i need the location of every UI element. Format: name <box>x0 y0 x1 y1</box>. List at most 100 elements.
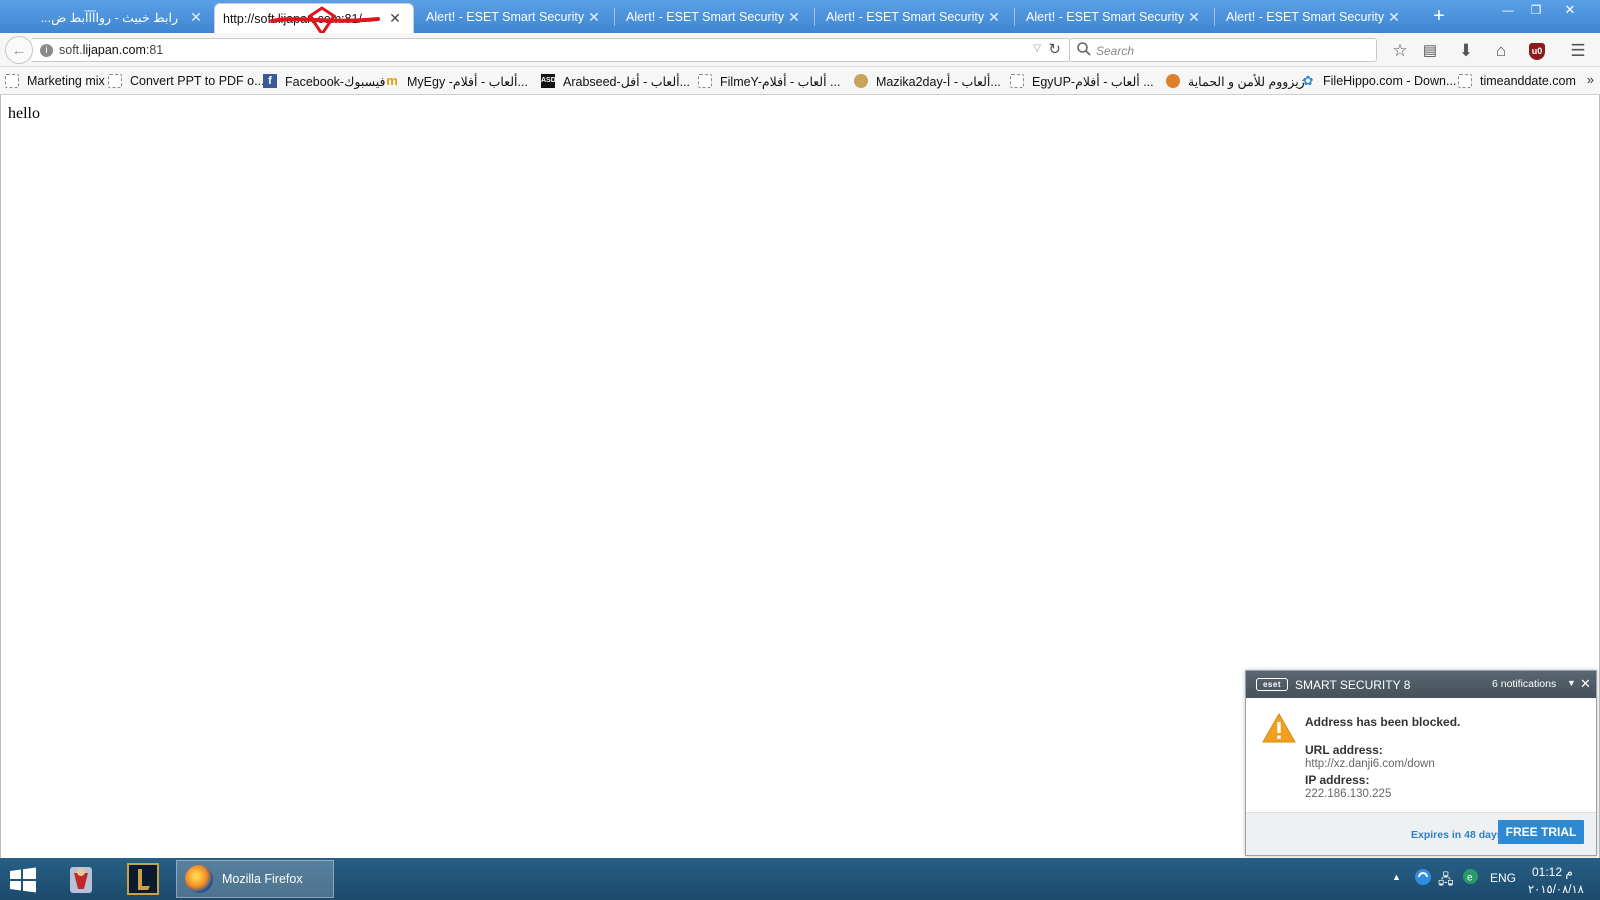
lol-logo-icon <box>127 863 159 895</box>
tab-separator <box>614 8 615 26</box>
back-button[interactable]: ← <box>5 36 33 64</box>
download-icon[interactable]: ⬇ <box>1455 40 1477 62</box>
eset-notifications-count[interactable]: 6 notifications <box>1492 678 1556 690</box>
tab-close-icon[interactable]: ✕ <box>1386 9 1402 25</box>
language-bar-icon[interactable]: e <box>1462 868 1479 888</box>
minimize-icon[interactable]: — <box>1498 2 1518 18</box>
reload-icon[interactable]: ↻ <box>1048 40 1061 58</box>
tab-separator <box>1014 8 1015 26</box>
bookmark-item[interactable]: زيزووم للأمن و الحماية <box>1166 73 1305 89</box>
tab-4[interactable]: Alert! - ESET Smart Security ✕ <box>818 1 1012 33</box>
tab-2[interactable]: Alert! - ESET Smart Security ✕ <box>418 1 612 33</box>
bookmark-label: timeanddate.com <box>1480 74 1576 88</box>
bookmark-item[interactable]: EgyUP-ألعاب - أفلام ... <box>1010 73 1154 89</box>
bookmark-item[interactable]: ASD Arabseed-ألعاب - أفل... <box>541 73 690 89</box>
window-close-icon[interactable]: ✕ <box>1560 2 1580 18</box>
page-icon <box>5 74 19 88</box>
site-identity-icon[interactable]: i <box>40 44 53 57</box>
firefox-window: رابط خبيث - رواآآآبط ض... ✕ http://soft.… <box>0 0 1600 900</box>
url-port: :81 <box>145 43 164 57</box>
url-history-dropdown-icon[interactable]: ▽ <box>1033 43 1041 54</box>
search-bar[interactable]: Search <box>1069 38 1377 62</box>
url-address-label: URL address: <box>1305 743 1383 757</box>
url-bar[interactable]: i soft.lijapan.com:81 ▽ ↻ <box>32 38 1070 62</box>
tab-label: Alert! - ESET Smart Security <box>1226 10 1385 24</box>
tab-label: رابط خبيث - رواآآآبط ض... <box>40 10 178 25</box>
eset-title: SMART SECURITY 8 <box>1295 678 1411 692</box>
facebook-icon: f <box>263 74 277 88</box>
url-prefix: soft. <box>59 43 83 57</box>
language-indicator[interactable]: ENG <box>1490 871 1516 885</box>
ip-address-label: IP address: <box>1305 773 1370 787</box>
taskbar-firefox-button[interactable]: Mozilla Firefox <box>176 860 334 898</box>
bookmark-label: EgyUP-ألعاب - أفلام ... <box>1032 74 1154 89</box>
navigation-bar: i soft.lijapan.com:81 ▽ ↻ ← Search ☆ ▤ ⬇… <box>0 33 1600 67</box>
clock-time[interactable]: 01:12 م <box>1532 865 1573 879</box>
network-icon[interactable]: 🖧 <box>1438 869 1454 893</box>
eset-tray-icon[interactable] <box>1414 868 1432 889</box>
firefox-icon <box>185 865 213 893</box>
new-tab-plus-icon[interactable]: + <box>1428 5 1450 27</box>
clock-date[interactable]: ٢٠١٥/٠٨/١٨ <box>1528 882 1584 896</box>
page-icon <box>1458 74 1472 88</box>
bookmark-item[interactable]: FilmeY-ألعاب - أفلام ... <box>698 73 840 89</box>
chevron-more-icon[interactable]: » <box>1587 72 1594 87</box>
expiry-text[interactable]: Expires in 48 days <box>1411 829 1503 841</box>
tab-label: http://soft.lijapan.com:81/ <box>223 11 362 26</box>
bookmark-item[interactable]: Mazika2day-ألعاب - أ... <box>854 73 1001 89</box>
tab-close-icon[interactable]: ✕ <box>387 10 403 27</box>
bookmark-item[interactable]: Marketing mix <box>5 73 105 89</box>
tab-close-icon[interactable]: ✕ <box>786 9 802 25</box>
bookmark-item[interactable]: timeanddate.com <box>1458 73 1576 89</box>
myegy-icon: m <box>386 73 398 88</box>
warning-icon <box>1262 713 1296 743</box>
windows-start-icon[interactable] <box>8 865 38 895</box>
filehippo-icon: ✿ <box>1302 73 1314 88</box>
show-hidden-icons-chevron-icon[interactable]: ▲ <box>1392 872 1401 882</box>
tab-0[interactable]: رابط خبيث - رواآآآبط ض... ✕ <box>14 1 214 33</box>
free-trial-button[interactable]: FREE TRIAL <box>1498 820 1584 844</box>
bookmark-item[interactable]: f Facebook-فيسبوك <box>263 73 386 89</box>
tab-3[interactable]: Alert! - ESET Smart Security ✕ <box>618 1 812 33</box>
tab-5[interactable]: Alert! - ESET Smart Security ✕ <box>1018 1 1212 33</box>
url-host: lijapan.com <box>82 43 146 57</box>
home-icon[interactable]: ⌂ <box>1490 40 1512 62</box>
bookmark-label: Arabseed-ألعاب - أفل... <box>563 74 691 89</box>
bookmarks-bar: Marketing mix Convert PPT to PDF o... fF… <box>0 67 1600 95</box>
tab-close-icon[interactable]: ✕ <box>986 9 1002 25</box>
menu-icon[interactable]: ☰ <box>1567 40 1589 62</box>
eset-footer: Expires in 48 days FREE TRIAL <box>1246 812 1596 855</box>
restore-icon[interactable]: ❐ <box>1526 2 1546 18</box>
search-icon <box>1077 42 1091 56</box>
league-of-legends-icon[interactable] <box>124 860 162 898</box>
tab-1-active[interactable]: http://soft.lijapan.com:81/ ✕ <box>214 3 414 33</box>
tab-6[interactable]: Alert! - ESET Smart Security ✕ <box>1218 1 1412 33</box>
eset-message: Address has been blocked. <box>1305 715 1461 729</box>
page-icon <box>108 74 122 88</box>
ublock-icon[interactable]: u0 <box>1529 43 1545 60</box>
bookmark-label: FilmeY-ألعاب - أفلام ... <box>720 74 841 89</box>
arabseed-icon: ASD <box>541 74 556 88</box>
tab-close-icon[interactable]: ✕ <box>1186 9 1202 25</box>
tab-close-icon[interactable]: ✕ <box>586 9 602 25</box>
bookmark-label: MyEgy -ألعاب - أفلام... <box>407 74 528 89</box>
bookmark-label: Facebook-فيسبوك <box>285 74 386 89</box>
tab-label: Alert! - ESET Smart Security <box>1026 10 1185 24</box>
game-app-icon[interactable] <box>62 860 100 898</box>
bookmark-star-icon[interactable]: ☆ <box>1389 40 1411 62</box>
page-icon <box>698 74 712 88</box>
bookmark-label: Marketing mix <box>27 74 105 88</box>
bookmark-item[interactable]: m MyEgy -ألعاب - أفلام... <box>385 73 528 89</box>
tab-close-icon[interactable]: ✕ <box>188 9 204 25</box>
chevron-down-icon[interactable]: ▼ <box>1567 678 1576 688</box>
tab-label: Alert! - ESET Smart Security <box>626 10 785 24</box>
close-icon[interactable]: ✕ <box>1580 676 1591 692</box>
bookmark-item[interactable]: ✿ FileHippo.com - Down... <box>1301 73 1457 89</box>
reading-list-icon[interactable]: ▤ <box>1419 40 1441 62</box>
bookmark-label: Convert PPT to PDF o... <box>130 74 265 88</box>
url-text[interactable]: soft.lijapan.com:81 <box>59 43 163 57</box>
bookmark-item[interactable]: Convert PPT to PDF o... <box>108 73 265 89</box>
page-text: hello <box>8 105 40 122</box>
bookmark-label: FileHippo.com - Down... <box>1323 74 1457 88</box>
taskbar: Mozilla Firefox ▲ 🖧 e ENG 01:12 م ٢٠١٥/٠… <box>0 858 1600 900</box>
